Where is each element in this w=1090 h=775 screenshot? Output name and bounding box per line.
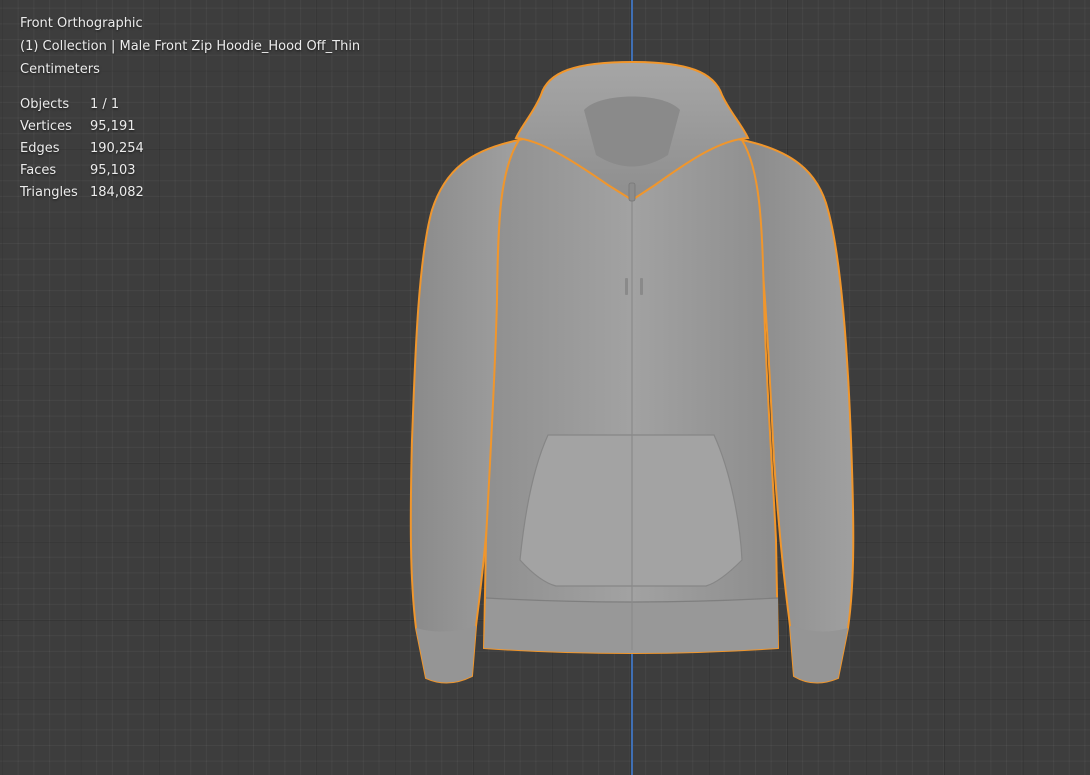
stat-value: 95,103 [90, 163, 136, 178]
kangaroo-pocket [519, 434, 743, 587]
stat-label: Faces [20, 163, 57, 178]
stat-label: Edges [20, 141, 60, 156]
statistics-panel: Objects 1 / 1 Vertices 95,191 Edges 190,… [20, 94, 360, 204]
waistband [484, 598, 778, 653]
zipper-pull [628, 182, 636, 202]
stat-row-edges: Edges 190,254 [20, 138, 360, 160]
stat-row-vertices: Vertices 95,191 [20, 116, 360, 138]
viewport-info-overlay: Front Orthographic (1) Collection | Male… [20, 12, 360, 204]
collection-label: (1) Collection | Male Front Zip Hoodie_H… [20, 39, 361, 54]
stat-row-objects: Objects 1 / 1 [20, 94, 360, 116]
stat-value: 1 / 1 [90, 97, 120, 112]
unit-label: Centimeters [20, 62, 100, 77]
stat-row-faces: Faces 95,103 [20, 160, 360, 182]
3d-viewport[interactable]: Front Orthographic (1) Collection | Male… [0, 0, 1090, 775]
drawstring-right [640, 278, 643, 295]
hood-inner [584, 96, 680, 167]
stat-row-triangles: Triangles 184,082 [20, 182, 360, 204]
stat-label: Vertices [20, 119, 72, 134]
drawstring-left [625, 278, 628, 295]
stat-value: 184,082 [90, 185, 144, 200]
view-name: Front Orthographic [20, 16, 143, 31]
stat-label: Triangles [20, 185, 78, 200]
stat-label: Objects [20, 97, 70, 112]
stat-value: 190,254 [90, 141, 144, 156]
stat-value: 95,191 [90, 119, 136, 134]
